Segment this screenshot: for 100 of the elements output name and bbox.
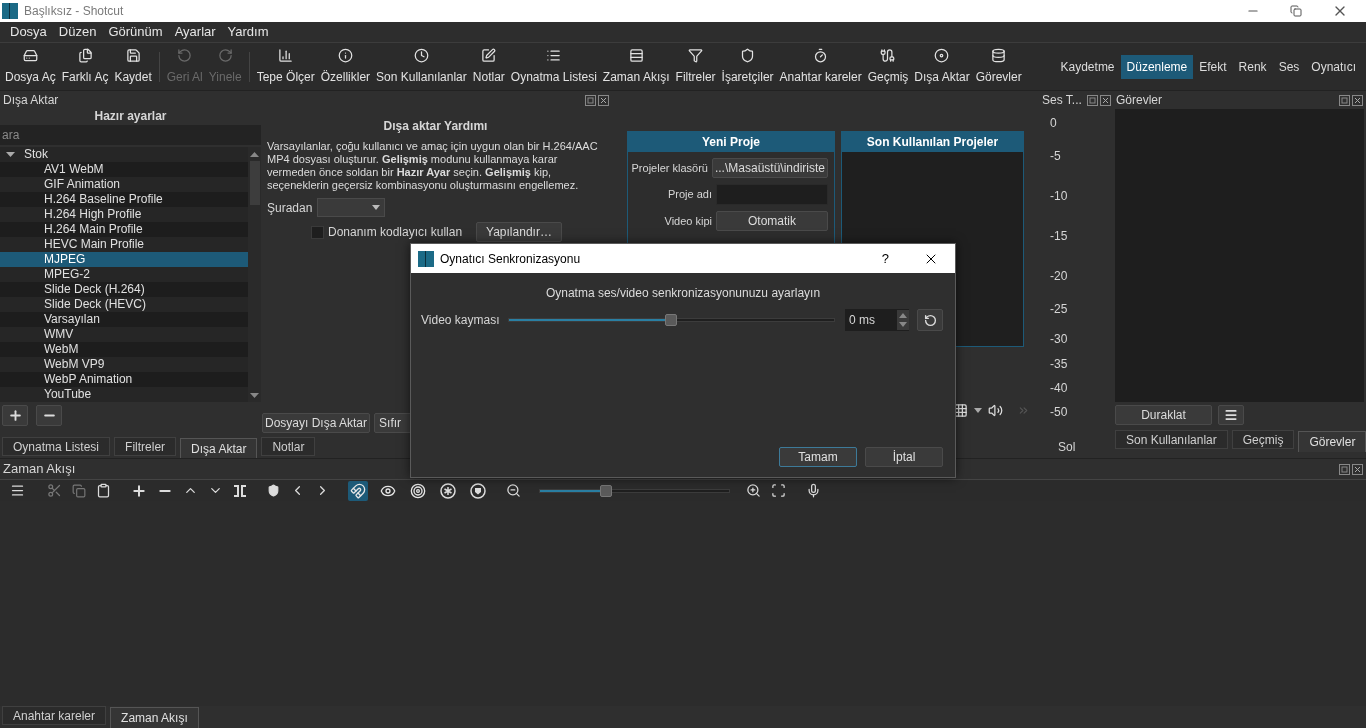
layout-tab[interactable]: Düzenleme	[1120, 54, 1194, 79]
field-button[interactable]: Otomatik	[716, 211, 828, 231]
toolbar-button[interactable]: Son Kullanılanlar	[373, 47, 470, 86]
search-field[interactable]: ara	[0, 125, 261, 145]
menu-button[interactable]	[1218, 405, 1244, 425]
checkbox[interactable]	[311, 225, 324, 239]
help-button[interactable]: ?	[881, 248, 889, 269]
preset-item[interactable]: GIF Animation	[0, 177, 248, 192]
tab[interactable]: Geçmiş	[1231, 430, 1295, 449]
toolbar-button[interactable]: Anahtar kareler	[776, 47, 865, 86]
toolbar-button[interactable]: Notlar	[469, 47, 508, 86]
volume-icon[interactable]	[988, 403, 1003, 418]
preset-item[interactable]: H.264 High Profile	[0, 207, 248, 222]
preset-item[interactable]: H.264 Baseline Profile	[0, 192, 248, 207]
preset-item[interactable]: HEVC Main Profile	[0, 237, 248, 252]
preset-item[interactable]: H.264 Main Profile	[0, 222, 248, 237]
toolbar-button[interactable]: Özellikler	[317, 47, 374, 86]
close-icon[interactable]	[1100, 94, 1111, 106]
offset-slider[interactable]	[507, 314, 835, 326]
meter-scale-label: -40	[1050, 381, 1068, 396]
restore-icon[interactable]	[1290, 5, 1302, 17]
copy-icon[interactable]	[72, 483, 86, 498]
toolbar-button[interactable]: Farklı Aç	[58, 47, 112, 86]
preset-item[interactable]: Slide Deck (HEVC)	[0, 297, 248, 312]
preset-item[interactable]: MJPEG	[0, 252, 248, 267]
slider-handle[interactable]	[665, 314, 678, 326]
shield-icon[interactable]	[267, 484, 280, 497]
menu-item[interactable]: Ayarlar	[168, 22, 222, 42]
mic-icon[interactable]	[806, 483, 821, 498]
reset-button[interactable]	[917, 309, 943, 331]
float-icon[interactable]	[1339, 94, 1351, 106]
preset-item[interactable]: MPEG-2	[0, 267, 248, 282]
fit-icon[interactable]	[771, 483, 786, 498]
caret-icon[interactable]	[974, 408, 982, 413]
split-icon[interactable]	[233, 484, 247, 497]
toolbar-button[interactable]: Zaman Akışı	[599, 47, 673, 86]
toolbar-button[interactable]: Geçmiş	[864, 47, 912, 86]
layout-tab[interactable]: Renk	[1232, 54, 1273, 79]
toolbar-button[interactable]: Oynatma Listesi	[507, 47, 600, 86]
tab[interactable]: Notlar	[261, 437, 316, 456]
plus-icon[interactable]	[131, 482, 147, 499]
zoom-in-icon[interactable]	[746, 483, 761, 498]
tab[interactable]: Dışa Aktar	[180, 438, 258, 459]
scroll-up-icon[interactable]	[250, 150, 259, 159]
float-icon[interactable]	[1087, 94, 1098, 106]
toolbar-button[interactable]: Dışa Aktar	[911, 47, 973, 86]
menu-item[interactable]: Dosya	[4, 22, 53, 42]
layout-tab[interactable]: Kaydetme	[1054, 54, 1121, 79]
preset-item[interactable]: WebP Animation	[0, 372, 248, 387]
toolbar-button[interactable]: İşaretçiler	[718, 47, 777, 86]
export-file-button[interactable]: Dosyayı Dışa Aktar	[262, 413, 371, 433]
close-icon[interactable]	[1352, 94, 1364, 106]
scroll-thumb[interactable]	[249, 161, 260, 205]
menu-item[interactable]: Düzen	[52, 22, 103, 42]
menu-icon[interactable]	[10, 483, 25, 498]
tab[interactable]: Filtreler	[114, 437, 177, 456]
toolbar-button[interactable]: Dosya Aç	[2, 47, 59, 86]
tab[interactable]: Zaman Akışı	[110, 707, 199, 728]
layout-tab[interactable]: Ses	[1272, 54, 1306, 79]
menu-item[interactable]: Görünüm	[102, 22, 169, 42]
field-button[interactable]: ...\Masaüstü\indiriste	[711, 158, 828, 178]
slider-handle[interactable]	[599, 484, 612, 497]
toolbar-button[interactable]: Tepe Ölçer	[253, 47, 318, 86]
zoom-out-icon[interactable]	[506, 483, 521, 498]
clipboard-icon[interactable]	[96, 483, 111, 498]
preset-item[interactable]: Stok	[0, 147, 248, 162]
offset-spinbox[interactable]: 0 ms	[845, 309, 909, 331]
float-icon[interactable]	[585, 94, 596, 106]
expand-caret-icon[interactable]	[6, 150, 15, 159]
scissors-icon[interactable]	[47, 483, 62, 498]
add-button[interactable]	[2, 405, 28, 426]
toolbar-button[interactable]: Filtreler	[672, 47, 719, 86]
remove-button[interactable]	[36, 405, 62, 426]
preset-item[interactable]: WebM	[0, 342, 248, 357]
close-icon[interactable]	[1352, 463, 1363, 475]
tab[interactable]: Anahtar kareler	[2, 706, 107, 725]
preset-item[interactable]: WMV	[0, 327, 248, 342]
toolbar-button[interactable]: Kaydet	[111, 47, 155, 86]
preset-item[interactable]: YouTube	[0, 387, 248, 402]
float-icon[interactable]	[1339, 463, 1350, 475]
tab[interactable]: Oynatma Listesi	[2, 437, 111, 456]
close-icon[interactable]	[598, 94, 609, 106]
layout-tab[interactable]: Oynatıcı	[1305, 54, 1362, 79]
scrollbar[interactable]	[248, 147, 261, 402]
menu-item[interactable]: Yardım	[221, 22, 275, 42]
zoom-slider[interactable]	[539, 484, 730, 497]
tab[interactable]: Görevler	[1298, 431, 1366, 452]
pause-button[interactable]: Duraklat	[1115, 405, 1212, 425]
preset-item[interactable]: Varsayılan	[0, 312, 248, 327]
dialog-button[interactable]: İptal	[865, 447, 943, 467]
layout-tab[interactable]: Efekt	[1193, 54, 1233, 79]
toolbar-button[interactable]: Görevler	[972, 47, 1025, 86]
preset-item[interactable]: Slide Deck (H.264)	[0, 282, 248, 297]
tab[interactable]: Son Kullanılanlar	[1115, 430, 1228, 449]
dialog-button[interactable]: Tamam	[779, 447, 857, 467]
scroll-down-icon[interactable]	[250, 391, 259, 400]
preset-item[interactable]: WebM VP9	[0, 357, 248, 372]
preset-item[interactable]: AV1 WebM	[0, 162, 248, 177]
configure-button[interactable]: Yapılandır…	[476, 222, 562, 242]
spin-arrows-icon[interactable]	[897, 310, 909, 330]
